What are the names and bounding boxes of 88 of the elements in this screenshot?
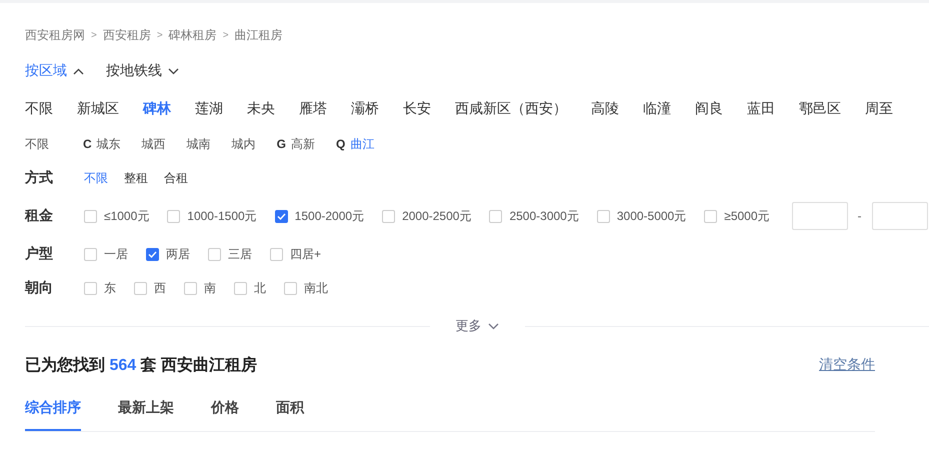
district-link[interactable]: 蓝田 <box>747 100 775 118</box>
district-link[interactable]: 西咸新区（西安） <box>455 100 567 118</box>
index-letter: G <box>276 137 286 151</box>
checkbox[interactable] <box>270 248 283 260</box>
chevron-up-icon <box>73 68 84 74</box>
filter-label: 方式 <box>25 169 54 187</box>
checkbox-label: 2500-3000元 <box>509 208 579 224</box>
checkbox[interactable] <box>234 282 247 294</box>
checkbox[interactable] <box>284 282 297 294</box>
district-link[interactable]: 不限 <box>25 100 53 118</box>
checkbox-label: 1000-1500元 <box>187 208 257 224</box>
filter-option[interactable]: 不限 <box>84 170 108 186</box>
checkbox-label: 2000-2500元 <box>402 208 472 224</box>
index-letter: Q <box>336 137 346 151</box>
checkbox-label: ≤1000元 <box>104 208 150 224</box>
checkbox[interactable] <box>134 282 147 294</box>
checkbox-label: 南北 <box>304 280 328 296</box>
checkbox[interactable] <box>84 248 97 260</box>
breadcrumb-link[interactable]: 碑林租房 <box>168 26 217 44</box>
checkbox-label: 西 <box>154 280 166 296</box>
filter-tab[interactable]: 按区域 <box>25 62 84 80</box>
checkbox[interactable] <box>84 282 97 294</box>
area-link[interactable]: 城东 <box>96 136 121 152</box>
breadcrumb-link[interactable]: 曲江租房 <box>234 26 283 44</box>
area-link[interactable]: 城内 <box>232 136 256 152</box>
area-link[interactable]: 城南 <box>186 136 211 152</box>
chevron-down-icon <box>488 322 498 330</box>
district-link[interactable]: 周至 <box>865 100 893 118</box>
more-button[interactable]: 更多 <box>430 317 524 335</box>
district-link[interactable]: 未央 <box>247 100 275 118</box>
checkbox[interactable] <box>274 210 288 222</box>
checkbox-label: 三居 <box>228 246 252 262</box>
checkbox[interactable] <box>596 210 610 222</box>
checkbox[interactable] <box>382 210 396 222</box>
breadcrumb-link[interactable]: 西安租房 <box>102 26 151 44</box>
breadcrumb-separator: > <box>91 30 97 40</box>
sort-tab[interactable]: 最新上架 <box>118 387 174 431</box>
district-link[interactable]: 雁塔 <box>299 100 327 118</box>
checkbox-label: 3000-5000元 <box>616 208 686 224</box>
chevron-down-icon <box>168 68 179 74</box>
filter-tab[interactable]: 按地铁线 <box>106 62 179 80</box>
district-link[interactable]: 阎良 <box>695 100 723 118</box>
area-link[interactable]: 曲江 <box>350 136 374 152</box>
checkbox-label: 北 <box>254 280 266 296</box>
check-icon <box>148 250 157 258</box>
check-icon <box>276 212 286 220</box>
sort-tab[interactable]: 价格 <box>211 387 239 431</box>
district-link[interactable]: 长安 <box>403 100 431 118</box>
range-dash: - <box>858 209 862 223</box>
min-price-field[interactable] <box>792 202 848 230</box>
index-letter: C <box>83 137 92 151</box>
checkbox-label: 两居 <box>166 246 190 262</box>
sort-tab[interactable]: 面积 <box>276 387 304 431</box>
district-link[interactable]: 高陵 <box>591 100 619 118</box>
checkbox[interactable] <box>489 210 502 222</box>
checkbox-label: 四居+ <box>290 246 322 262</box>
district-link[interactable]: 莲湖 <box>195 100 223 118</box>
district-link[interactable]: 灞桥 <box>351 100 379 118</box>
filter-option[interactable]: 合租 <box>164 170 188 186</box>
filter-option[interactable]: 整租 <box>124 170 148 186</box>
filter-label: 户型 <box>25 245 54 263</box>
sort-tab[interactable]: 综合排序 <box>25 387 81 431</box>
checkbox-label: 东 <box>104 280 116 296</box>
max-price-field[interactable] <box>872 202 928 230</box>
checkbox[interactable] <box>84 210 97 222</box>
filter-label: 租金 <box>25 207 54 225</box>
clear-filters-link[interactable]: 清空条件 <box>819 356 875 374</box>
district-link[interactable]: 碑林 <box>143 100 171 118</box>
breadcrumb-link[interactable]: 西安租房网 <box>25 26 85 44</box>
checkbox-label: 一居 <box>104 246 128 262</box>
result-heading: 已为您找到 564 套 西安曲江租房 <box>25 355 258 376</box>
checkbox-label: ≥5000元 <box>724 208 770 224</box>
area-link[interactable]: 高新 <box>291 136 316 152</box>
breadcrumb-separator: > <box>156 30 163 40</box>
filter-label: 朝向 <box>25 279 54 297</box>
district-link[interactable]: 新城区 <box>77 100 119 118</box>
checkbox[interactable] <box>184 282 197 294</box>
checkbox[interactable] <box>704 210 718 222</box>
breadcrumb-separator: > <box>222 30 229 40</box>
area-link[interactable]: 不限 <box>25 136 49 152</box>
district-link[interactable]: 鄠邑区 <box>799 100 841 118</box>
checkbox-label: 1500-2000元 <box>294 208 364 224</box>
area-link[interactable]: 城西 <box>142 136 166 152</box>
checkbox[interactable] <box>146 248 159 260</box>
checkbox-label: 南 <box>204 280 216 296</box>
district-link[interactable]: 临潼 <box>643 100 671 118</box>
checkbox[interactable] <box>208 248 221 260</box>
checkbox[interactable] <box>167 210 180 222</box>
